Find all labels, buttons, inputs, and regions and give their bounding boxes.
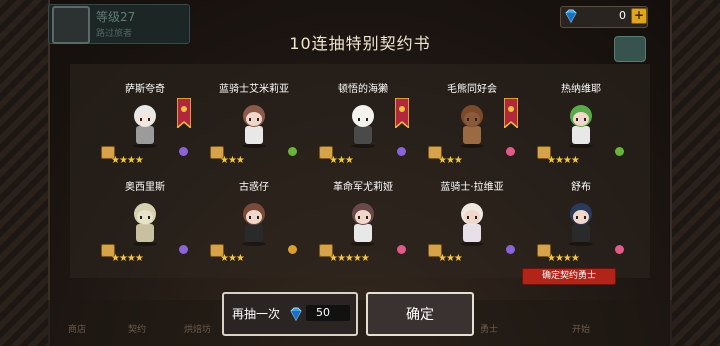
hero-stars: ★★★ (329, 155, 354, 166)
hero-name: 蓝骑士艾米莉亚 (219, 84, 289, 95)
hero-name: 革命军尤莉娅 (333, 182, 393, 193)
hero-card[interactable]: 蓝骑士艾米莉亚 ★★★ (200, 80, 308, 180)
nav-contract[interactable]: 契约 (128, 322, 146, 335)
hero-stars: ★★★★ (547, 253, 580, 264)
hero-stars: ★★★★★ (329, 253, 370, 264)
diamond-icon (565, 9, 577, 24)
hero-name: 毛熊同好会 (447, 84, 497, 95)
hero-portrait (351, 105, 375, 148)
hero-portrait (460, 203, 484, 246)
element-icon (615, 147, 624, 156)
hero-stars: ★★★★ (111, 155, 144, 166)
hero-portrait (133, 203, 157, 246)
nav-bakery[interactable]: 烘焙坊 (184, 322, 211, 335)
hero-portrait (242, 203, 266, 246)
draw-again-label: 再抽一次 (232, 307, 281, 321)
element-icon (506, 147, 515, 156)
draw-again-button[interactable]: 再抽一次 50 (222, 292, 358, 336)
hero-card[interactable]: 舒布 ★★★★ (527, 178, 635, 278)
hero-card[interactable]: 萨斯夸奇 ★★★★ (91, 80, 199, 180)
hero-card[interactable]: 奥西里斯 ★★★★ (91, 178, 199, 278)
element-icon (179, 245, 188, 254)
hero-stars: ★★★★ (111, 253, 144, 264)
hero-card[interactable]: 毛熊同好会 ★★★ (418, 80, 526, 180)
hero-stars: ★★★ (438, 253, 463, 264)
rank-banner-icon (395, 98, 409, 128)
hero-card[interactable]: 顿悟的海獭 ★★★ (309, 80, 417, 180)
hero-name: 萨斯夸奇 (125, 84, 165, 95)
hero-name: 蓝骑士·拉维亚 (440, 182, 504, 193)
element-icon (615, 245, 624, 254)
player-level: 等级27 (96, 10, 136, 24)
hero-card[interactable]: 革命军尤莉娅 ★★★★★ (309, 178, 417, 278)
hero-card[interactable]: 蓝骑士·拉维亚 ★★★ (418, 178, 526, 278)
element-icon (179, 147, 188, 156)
confirmed-hero-tag: 确定契约勇士 (522, 268, 616, 285)
element-icon (397, 147, 406, 156)
gem-count: 0 (619, 9, 626, 22)
nav-heroes[interactable]: 勇士 (480, 322, 498, 335)
add-gems-button[interactable]: + (631, 8, 647, 24)
hero-name: 古惑仔 (239, 182, 269, 193)
hero-stars: ★★★ (220, 155, 245, 166)
hero-portrait (242, 105, 266, 148)
hero-card[interactable]: 热纳维耶 ★★★★ (527, 80, 635, 180)
confirm-button[interactable]: 确定 (366, 292, 474, 336)
hero-portrait (569, 203, 593, 246)
hero-name: 奥西里斯 (125, 182, 165, 193)
hero-portrait (133, 105, 157, 148)
hero-stars: ★★★★ (547, 155, 580, 166)
rank-banner-icon (504, 98, 518, 128)
hero-stars: ★★★ (220, 253, 245, 264)
hero-portrait (569, 105, 593, 148)
rank-banner-icon (177, 98, 191, 128)
confirm-label: 确定 (406, 307, 434, 323)
nav-start[interactable]: 开始 (572, 322, 590, 335)
element-icon (288, 147, 297, 156)
hero-name: 舒布 (571, 182, 591, 193)
draw-cost: 50 (316, 306, 330, 319)
hero-card[interactable]: 古惑仔 ★★★ (200, 178, 308, 278)
element-icon (397, 245, 406, 254)
hero-name: 顿悟的海獭 (338, 84, 388, 95)
element-icon (288, 245, 297, 254)
hero-stars: ★★★ (438, 155, 463, 166)
hero-portrait (460, 105, 484, 148)
dialog-title: 10连抽特别契约书 (289, 34, 431, 53)
element-icon (506, 245, 515, 254)
diamond-icon (290, 307, 302, 322)
hero-name: 热纳维耶 (561, 84, 601, 95)
nav-shop[interactable]: 商店 (68, 322, 86, 335)
hero-portrait (351, 203, 375, 246)
